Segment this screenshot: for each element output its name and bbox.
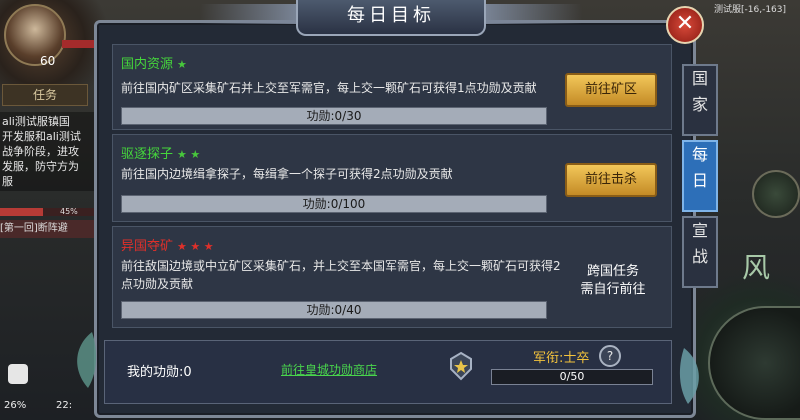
title-ornament-left <box>200 4 300 24</box>
cross-note-line2: 需自行前往 <box>580 282 646 297</box>
tab-daily[interactable]: 每日 <box>682 140 718 212</box>
task-name: 国内资源 <box>121 57 174 72</box>
task-description: 前往敌国边境或中立矿区采集矿石，并上交至本国军需官，每上交一颗矿石可获得2 <box>121 259 561 273</box>
tab-war-char2: 战 <box>691 247 708 266</box>
skill-button[interactable] <box>752 170 800 218</box>
battery-status: 26% <box>4 400 27 411</box>
tab-nation-char1: 国 <box>691 69 708 88</box>
help-icon[interactable]: ? <box>599 345 621 367</box>
task-description: 前往国内边境缉拿探子，每缉拿一个探子可获得2点功勋及贡献 <box>121 167 453 181</box>
task-stars: ★ ★ <box>177 148 201 161</box>
task-card: 国内资源 ★ 前往国内矿区采集矿石并上交至军需官，每上交一颗矿石可获得1点功勋及贡… <box>112 44 672 130</box>
leaf-ornament-icon <box>77 332 97 388</box>
tab-daily-char2: 日 <box>691 171 708 190</box>
task-title: 驱逐探子 ★ ★ <box>121 143 200 162</box>
merit-footer: 我的功勋:0 前往皇城功勋商店 军衔:士卒 ? 0/50 <box>104 340 672 404</box>
close-icon[interactable]: ✕ <box>666 6 704 44</box>
task-card: 驱逐探子 ★ ★ 前往国内边境缉拿探子，每缉拿一个探子可获得2点功勋及贡献 功勋:… <box>112 134 672 222</box>
task-stars: ★ <box>177 58 187 71</box>
player-level: 60 <box>40 54 56 68</box>
go-to-mine-button[interactable]: 前往矿区 <box>565 73 657 107</box>
exp-bar-fill <box>0 208 44 216</box>
exp-percent: 45% <box>60 207 78 216</box>
player-avatar[interactable] <box>4 4 66 66</box>
my-merit-label: 我的功勋:0 <box>127 365 192 380</box>
task-title: 异国夺矿 ★ ★ ★ <box>121 235 214 254</box>
tab-war[interactable]: 宣战 <box>682 216 718 288</box>
task-title: 国内资源 ★ <box>121 53 187 72</box>
tab-nation[interactable]: 国家 <box>682 64 718 136</box>
go-to-kill-button[interactable]: 前往击杀 <box>565 163 657 197</box>
exp-bar <box>0 208 96 216</box>
task-tab[interactable]: 任务 <box>2 84 88 106</box>
camera-icon[interactable] <box>8 364 28 384</box>
task-stars: ★ ★ ★ <box>177 240 214 253</box>
task-name: 驱逐探子 <box>121 147 174 162</box>
cross-note-line1: 跨国任务 <box>586 264 639 279</box>
title-ornament-right <box>482 4 582 24</box>
merit-shop-link[interactable]: 前往皇城功勋商店 <box>281 361 377 378</box>
panel-title: 每日目标 <box>296 0 486 36</box>
rank-badge-icon <box>450 351 472 381</box>
rank-label: 军衔:士卒 <box>533 351 590 366</box>
tab-daily-char1: 每 <box>691 145 708 164</box>
task-name: 异国夺矿 <box>121 239 174 254</box>
chapter-banner[interactable]: [第一回]断阵避 <box>0 220 96 238</box>
task-progress: 功勋:0/30 <box>121 107 547 125</box>
tab-nation-char2: 家 <box>691 95 708 114</box>
task-progress: 功勋:0/100 <box>121 195 547 213</box>
leaf-ornament-icon <box>679 348 699 404</box>
clock: 22: <box>56 400 73 411</box>
side-chat-text: ali测试服镇国 开发服和ali测试 战争阶段，进攻 发服，防守方为 服 <box>0 112 100 191</box>
task-description: 前往国内矿区采集矿石并上交至军需官，每上交一颗矿石可获得1点功勋及贡献 <box>121 81 537 95</box>
tab-war-char1: 宣 <box>691 221 708 240</box>
map-coordinates: 测试服[-16,-163] <box>714 5 787 15</box>
task-card: 异国夺矿 ★ ★ ★ 前往敌国边境或中立矿区采集矿石，并上交至本国军需官，每上交一… <box>112 226 672 328</box>
task-description-cont: 点功勋及贡献 <box>121 277 194 291</box>
rank-progress: 0/50 <box>491 369 653 385</box>
cross-server-note: 跨国任务 需自行前往 <box>573 263 653 299</box>
task-progress: 功勋:0/40 <box>121 301 547 319</box>
wind-skill-icon[interactable]: 风 <box>742 246 770 286</box>
